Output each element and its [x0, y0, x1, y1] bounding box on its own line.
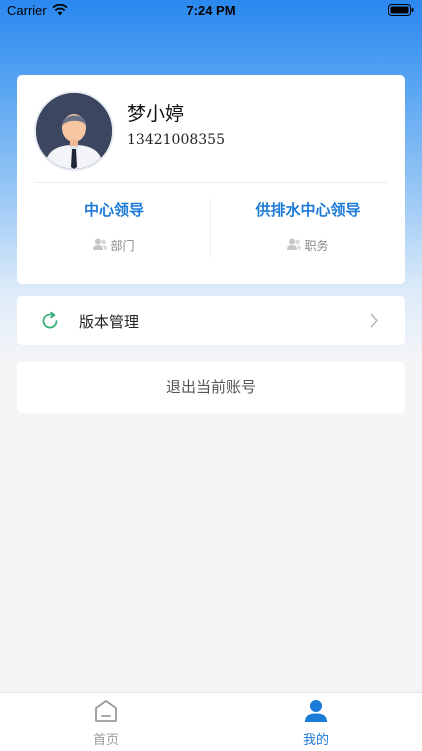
avatar-icon [36, 93, 112, 169]
position-stat: 供排水中心领导 职务 [211, 199, 405, 254]
refresh-icon [40, 311, 60, 335]
battery-icon [388, 4, 414, 20]
tab-home-label: 首页 [92, 733, 119, 748]
tab-home[interactable]: 首页 [46, 699, 166, 748]
tab-bar: 首页 我的 [0, 692, 422, 751]
person-icon [287, 238, 302, 253]
tab-mine-label: 我的 [302, 733, 329, 748]
position-label: 职务 [304, 239, 329, 253]
status-bar: Carrier 7:24 PM [0, 0, 422, 22]
chevron-right-icon [370, 313, 379, 332]
divider [34, 182, 388, 183]
person-icon [93, 238, 108, 253]
user-icon [303, 700, 329, 727]
tab-mine[interactable]: 我的 [256, 699, 376, 748]
department-stat: 中心领导 部门 [17, 199, 211, 254]
department-label: 部门 [110, 239, 135, 253]
logout-button[interactable]: 退出当前账号 [17, 362, 405, 413]
avatar[interactable] [34, 91, 114, 171]
version-management-label: 版本管理 [79, 313, 140, 331]
user-phone: 13421008355 [127, 132, 225, 148]
profile-card: 梦小婷 13421008355 中心领导 部门 供排水中心领导 职务 [17, 75, 405, 284]
version-management-item[interactable]: 版本管理 [17, 296, 405, 345]
position-value: 供排水中心领导 [255, 201, 361, 219]
home-icon [93, 700, 119, 727]
user-name: 梦小婷 [127, 103, 185, 125]
clock-text: 7:24 PM [186, 3, 236, 18]
department-value: 中心领导 [83, 201, 144, 219]
